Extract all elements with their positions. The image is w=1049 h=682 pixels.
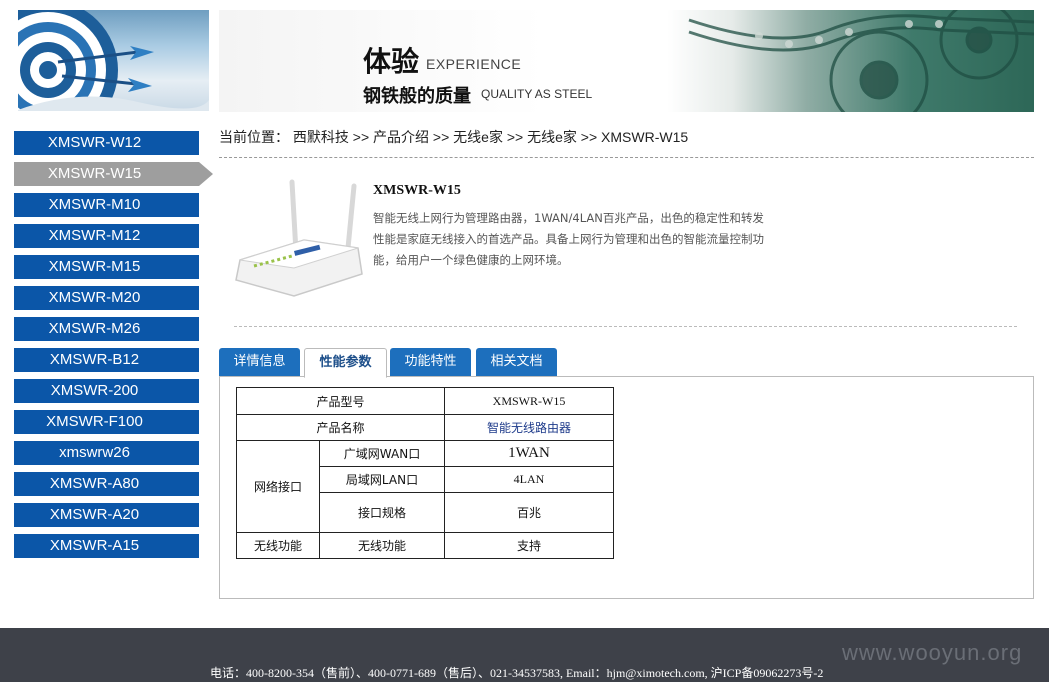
product-divider [234, 326, 1017, 327]
spec-value-lan: 4LAN [444, 466, 614, 493]
spec-sublabel-wireless: 无线功能 [319, 532, 445, 559]
breadcrumb: 当前位置： 西默科技 >> 产品介绍 >> 无线e家 >> 无线e家 >> XM… [219, 127, 1034, 158]
product-description: 智能无线上网行为管理路由器，1WAN/4LAN百兆产品，出色的稳定性和转发性能是… [373, 211, 764, 267]
sidebar-item-xmswr-w12[interactable]: XMSWR-W12 [14, 131, 199, 155]
spec-label-lan: 局域网LAN口 [319, 466, 445, 493]
breadcrumb-separator: >> [580, 129, 598, 145]
spec-label-wan: 广域网WAN口 [319, 440, 445, 467]
table-row: 产品型号 XMSWR-W15 [236, 387, 614, 415]
gear-chain-illustration [688, 10, 1034, 112]
spec-label-wireless: 无线功能 [236, 532, 320, 559]
sidebar-item-xmswr-200[interactable]: XMSWR-200 [14, 379, 199, 403]
table-row: 产品名称 智能无线路由器 [236, 414, 614, 441]
spec-label-model: 产品型号 [236, 387, 445, 415]
sidebar-item-xmswr-a20[interactable]: XMSWR-A20 [14, 503, 199, 527]
sidebar-item-xmswr-m20[interactable]: XMSWR-M20 [14, 286, 199, 310]
spec-label-network: 网络接口 [236, 440, 320, 533]
footer-contact-text: 电话：400-8200-354（售前）、400-0771-689（售后）、021… [210, 666, 824, 680]
sidebar-item-xmswrw26[interactable]: xmswrw26 [14, 441, 199, 465]
banner-subtitle: 钢铁般的质量 [363, 86, 471, 106]
spec-value-model: XMSWR-W15 [444, 387, 614, 415]
sidebar-item-xmswr-m26[interactable]: XMSWR-M26 [14, 317, 199, 341]
breadcrumb-prefix: 当前位置： [219, 129, 289, 145]
breadcrumb-link-products[interactable]: 产品介绍 [373, 129, 429, 145]
spec-value-name: 智能无线路由器 [444, 414, 614, 441]
sidebar-item-xmswr-a15[interactable]: XMSWR-A15 [14, 534, 199, 558]
tab-details[interactable]: 详情信息 [219, 348, 300, 376]
sidebar-item-xmswr-b12[interactable]: XMSWR-B12 [14, 348, 199, 372]
table-row: 网络接口 广域网WAN口 1WAN [236, 440, 614, 533]
spec-value-port: 百兆 [444, 492, 614, 533]
breadcrumb-link-subcategory[interactable]: 无线e家 [527, 129, 577, 145]
spec-label-port: 接口规格 [319, 492, 445, 533]
sidebar-item-xmswr-a80[interactable]: XMSWR-A80 [14, 472, 199, 496]
tab-documents[interactable]: 相关文档 [476, 348, 557, 376]
banner-title: 体验 [363, 46, 420, 77]
sidebar-item-xmswr-f100[interactable]: XMSWR-F100 [14, 410, 199, 434]
spec-value-wan: 1WAN [444, 440, 614, 467]
breadcrumb-separator: >> [432, 129, 450, 145]
banner-subtitle-en: QUALITY AS STEEL [481, 87, 593, 101]
breadcrumb-separator: >> [506, 129, 524, 145]
sidebar-item-xmswr-w15[interactable]: XMSWR-W15 [14, 162, 213, 186]
watermark: www.wooyun.org [842, 640, 1023, 665]
sidebar-item-xmswr-m10[interactable]: XMSWR-M10 [14, 193, 199, 217]
product-image [232, 178, 364, 300]
table-row: 无线功能 无线功能 支持 [236, 532, 614, 559]
breadcrumb-separator: >> [352, 129, 370, 145]
footer: www.wooyun.org 电话：400-8200-354（售前）、400-0… [0, 628, 1049, 682]
sidebar-item-xmswr-m12[interactable]: XMSWR-M12 [14, 224, 199, 248]
banner-title-en: EXPERIENCE [426, 56, 522, 72]
breadcrumb-link-category[interactable]: 无线e家 [453, 129, 503, 145]
tab-performance-params[interactable]: 性能参数 [304, 348, 387, 378]
tab-features[interactable]: 功能特性 [390, 348, 471, 376]
product-title: XMSWR-W15 [373, 183, 461, 198]
spec-label-name: 产品名称 [236, 414, 445, 441]
breadcrumb-link-home[interactable]: 西默科技 [293, 129, 349, 145]
spec-table: 产品型号 XMSWR-W15 产品名称 智能无线路由器 网络接口 广域网WAN口… [236, 387, 614, 559]
logo-banner [18, 10, 209, 111]
experience-banner: 体验 EXPERIENCE 钢铁般的质量 QUALITY AS STEEL [219, 10, 1034, 112]
sidebar-item-xmswr-m15[interactable]: XMSWR-M15 [14, 255, 199, 279]
breadcrumb-current: XMSWR-W15 [601, 129, 689, 145]
dartboard-illustration [18, 10, 209, 111]
spec-value-wireless: 支持 [444, 532, 614, 559]
